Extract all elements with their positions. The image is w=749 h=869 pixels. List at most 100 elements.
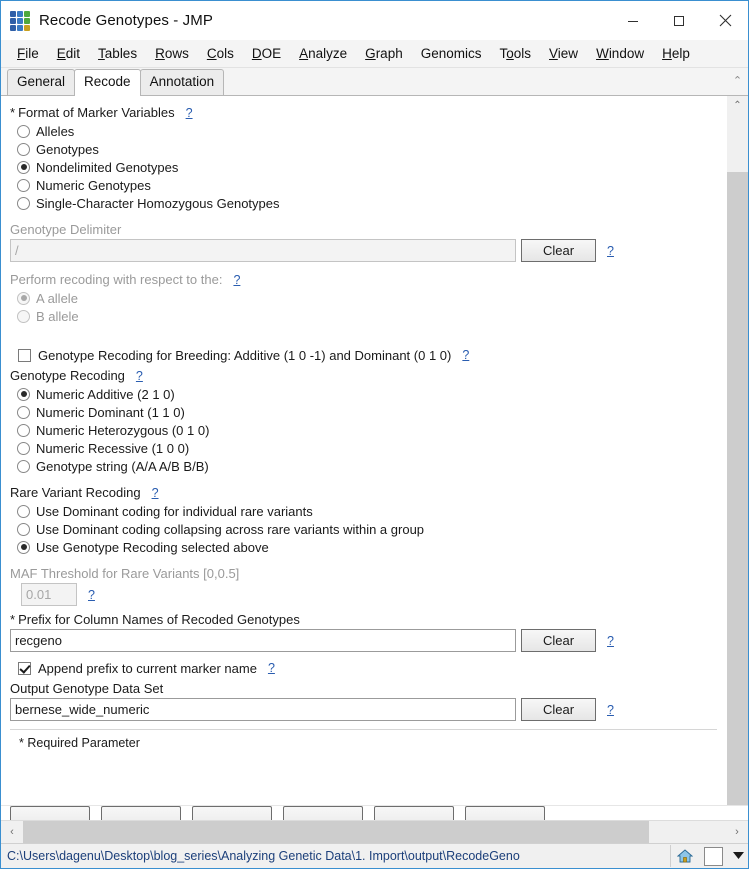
dialog-button-4[interactable] — [283, 806, 363, 820]
vertical-scroll-track[interactable] — [727, 114, 748, 805]
menu-view[interactable]: View — [540, 43, 587, 64]
genotype-grid-icon — [10, 10, 30, 31]
chevron-up-icon[interactable]: ⌃ — [727, 68, 748, 96]
radio-alleles[interactable]: Alleles — [10, 122, 726, 140]
checkbox-icon — [18, 348, 31, 362]
status-indicator-box[interactable] — [704, 846, 723, 866]
radio-label: Numeric Additive (2 1 0) — [36, 386, 175, 402]
menu-tools[interactable]: Tools — [491, 43, 541, 64]
maf-threshold-input[interactable]: 0.01 — [21, 583, 77, 606]
maf-section-label: MAF Threshold for Rare Variants [0,0.5] — [10, 566, 726, 581]
caret-down-icon[interactable] — [728, 845, 748, 867]
tab-general[interactable]: General — [7, 69, 76, 95]
dialog-button-strip — [1, 805, 748, 820]
horizontal-scrollbar[interactable]: ‹ › — [1, 820, 748, 843]
radio-numeric-heterozygous[interactable]: Numeric Heterozygous (0 1 0) — [10, 421, 726, 439]
tab-strip: General Recode Annotation — [1, 68, 727, 96]
respect-help-icon[interactable]: ? — [233, 273, 240, 287]
vertical-scroll-thumb[interactable] — [727, 172, 748, 805]
menu-doe[interactable]: DOE — [243, 43, 290, 64]
menu-file[interactable]: File — [8, 43, 48, 64]
checkbox-append-prefix[interactable]: Append prefix to current marker name ? — [10, 658, 726, 678]
menu-help[interactable]: Help — [653, 43, 699, 64]
prefix-clear-button[interactable]: Clear — [521, 629, 596, 652]
radio-icon — [17, 522, 30, 536]
radio-label: Numeric Dominant (1 1 0) — [36, 404, 185, 420]
delimiter-help-icon[interactable]: ? — [607, 244, 614, 258]
radio-genotypes[interactable]: Genotypes — [10, 140, 726, 158]
prefix-input[interactable]: recgeno — [10, 629, 516, 652]
radio-numeric-genotypes[interactable]: Numeric Genotypes — [10, 176, 726, 194]
radio-dominant-individual[interactable]: Use Dominant coding for individual rare … — [10, 502, 726, 520]
radio-dominant-collapsing[interactable]: Use Dominant coding collapsing across ra… — [10, 520, 726, 538]
scroll-up-icon[interactable]: ⌃ — [727, 96, 748, 114]
radio-icon — [17, 309, 30, 323]
window-controls — [610, 1, 748, 40]
menu-graph[interactable]: Graph — [356, 43, 412, 64]
genotype-recoding-label-text: Genotype Recoding — [10, 368, 125, 383]
status-bar: C:\Users\dagenu\Desktop\blog_series\Anal… — [1, 843, 748, 868]
radio-label: Genotypes — [36, 141, 99, 157]
scroll-left-icon[interactable]: ‹ — [1, 821, 23, 843]
menu-cols[interactable]: Cols — [198, 43, 243, 64]
menu-rows[interactable]: Rows — [146, 43, 198, 64]
menu-analyze[interactable]: Analyze — [290, 43, 356, 64]
radio-genotype-string[interactable]: Genotype string (A/A A/B B/B) — [10, 457, 726, 475]
home-icon[interactable] — [671, 845, 699, 867]
radio-label: Alleles — [36, 123, 75, 139]
radio-icon-selected — [17, 160, 30, 174]
radio-use-genotype-recoding-above[interactable]: Use Genotype Recoding selected above — [10, 538, 726, 556]
output-dataset-input[interactable]: bernese_wide_numeric — [10, 698, 516, 721]
delimiter-clear-button[interactable]: Clear — [521, 239, 596, 262]
dialog-button-3[interactable] — [192, 806, 272, 820]
delimiter-label-text: Genotype Delimiter — [10, 222, 122, 237]
menu-genomics[interactable]: Genomics — [412, 43, 491, 64]
format-section-label: * Format of Marker Variables ? — [10, 105, 726, 120]
close-icon[interactable] — [702, 1, 748, 40]
vertical-scrollbar[interactable]: ⌃ — [726, 96, 748, 805]
radio-a-allele[interactable]: A allele — [10, 289, 726, 307]
maf-field-row: 0.01 ? — [21, 583, 726, 606]
dialog-button-6[interactable] — [465, 806, 545, 820]
required-marker: * — [10, 105, 16, 120]
output-label-text: Output Genotype Data Set — [10, 681, 164, 696]
radio-numeric-additive[interactable]: Numeric Additive (2 1 0) — [10, 385, 726, 403]
radio-label: B allele — [36, 308, 79, 324]
radio-numeric-dominant[interactable]: Numeric Dominant (1 1 0) — [10, 403, 726, 421]
output-clear-button[interactable]: Clear — [521, 698, 596, 721]
menu-edit[interactable]: Edit — [48, 43, 89, 64]
scroll-right-icon[interactable]: › — [726, 821, 748, 843]
radio-label: Genotype string (A/A A/B B/B) — [36, 458, 209, 474]
radio-numeric-recessive[interactable]: Numeric Recessive (1 0 0) — [10, 439, 726, 457]
tab-annotation[interactable]: Annotation — [139, 69, 225, 95]
required-marker: * — [10, 612, 16, 627]
radio-icon-selected — [17, 387, 30, 401]
rare-variant-help-icon[interactable]: ? — [152, 486, 159, 500]
delimiter-field-row: / Clear ? — [10, 239, 726, 262]
dialog-button-5[interactable] — [374, 806, 454, 820]
genotype-delimiter-input[interactable]: / — [10, 239, 516, 262]
respect-label-text: Perform recoding with respect to the: — [10, 272, 223, 287]
application-window: Recode Genotypes - JMP File Edit Tables … — [0, 0, 749, 869]
format-help-icon[interactable]: ? — [186, 106, 193, 120]
maf-help-icon[interactable]: ? — [88, 588, 95, 602]
breeding-help-icon[interactable]: ? — [462, 348, 469, 362]
append-help-icon[interactable]: ? — [268, 661, 275, 675]
maximize-icon[interactable] — [656, 1, 702, 40]
dialog-button-2[interactable] — [101, 806, 181, 820]
prefix-help-icon[interactable]: ? — [607, 634, 614, 648]
radio-b-allele[interactable]: B allele — [10, 307, 726, 325]
horizontal-scroll-thumb[interactable] — [23, 821, 649, 843]
dialog-button-1[interactable] — [10, 806, 90, 820]
genotype-recoding-help-icon[interactable]: ? — [136, 369, 143, 383]
radio-nondelimited-genotypes[interactable]: Nondelimited Genotypes — [10, 158, 726, 176]
radio-single-char-homozygous[interactable]: Single-Character Homozygous Genotypes — [10, 194, 726, 212]
minimize-icon[interactable] — [610, 1, 656, 40]
recode-form: * Format of Marker Variables ? Alleles G… — [1, 96, 726, 805]
horizontal-scroll-track[interactable] — [23, 821, 726, 843]
menu-window[interactable]: Window — [587, 43, 653, 64]
tab-recode[interactable]: Recode — [74, 69, 141, 96]
checkbox-breeding-recoding[interactable]: Genotype Recoding for Breeding: Additive… — [10, 345, 726, 365]
output-help-icon[interactable]: ? — [607, 703, 614, 717]
menu-tables[interactable]: Tables — [89, 43, 146, 64]
